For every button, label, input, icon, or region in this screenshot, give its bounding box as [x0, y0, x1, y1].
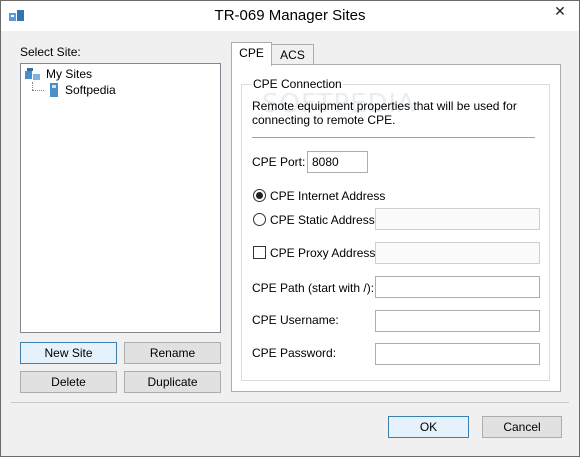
cpe-connection-group [241, 84, 550, 381]
site-tree[interactable]: My Sites Softpedia [20, 63, 221, 333]
cpe-proxy-address-checkbox[interactable] [253, 246, 266, 259]
cpe-proxy-address-label: CPE Proxy Address: [270, 246, 379, 260]
cpe-connection-title: CPE Connection [252, 77, 343, 91]
ok-button[interactable]: OK [388, 416, 469, 438]
delete-button[interactable]: Delete [20, 371, 117, 393]
select-site-label: Select Site: [20, 45, 81, 59]
tree-item-softpedia[interactable]: Softpedia [65, 82, 116, 98]
cpe-description: Remote equipment properties that will be… [252, 99, 517, 127]
rename-button[interactable]: Rename [124, 342, 221, 364]
sites-folder-icon [25, 68, 40, 80]
cpe-internet-address-label: CPE Internet Address [270, 189, 386, 203]
cpe-port-label: CPE Port: [252, 155, 306, 169]
site-icon [50, 83, 58, 97]
close-icon[interactable]: ✕ [544, 2, 576, 22]
tab-acs[interactable]: ACS [271, 44, 314, 66]
dialog-window: TR-069 Manager Sites ✕ Select Site: My S… [0, 0, 580, 457]
title-bar: TR-069 Manager Sites ✕ [1, 1, 579, 31]
cpe-path-input[interactable] [375, 276, 540, 298]
window-title: TR-069 Manager Sites [214, 7, 366, 24]
description-separator [252, 137, 535, 138]
cpe-static-address-radio[interactable] [253, 213, 266, 226]
cpe-path-label: CPE Path (start with /): [252, 281, 375, 295]
cancel-button[interactable]: Cancel [482, 416, 562, 438]
tree-line [32, 82, 33, 90]
cpe-tab-panel: SOFTPEDIA CPE Connection Remote equipmen… [231, 64, 561, 392]
new-site-button[interactable]: New Site [20, 342, 117, 364]
cpe-static-address-label: CPE Static Address: [270, 213, 379, 227]
tree-item-my-sites[interactable]: My Sites [46, 66, 92, 82]
cpe-static-address-input[interactable] [375, 208, 540, 230]
tab-cpe[interactable]: CPE [231, 42, 272, 66]
cpe-port-input[interactable]: 8080 [307, 151, 368, 173]
duplicate-button[interactable]: Duplicate [124, 371, 221, 393]
cpe-password-input[interactable] [375, 343, 540, 365]
cpe-internet-address-radio[interactable] [253, 189, 266, 202]
cpe-password-label: CPE Password: [252, 346, 337, 360]
footer-separator [11, 402, 569, 403]
tree-line [32, 90, 44, 91]
cpe-username-input[interactable] [375, 310, 540, 332]
cpe-username-label: CPE Username: [252, 313, 339, 327]
cpe-proxy-address-input[interactable] [375, 242, 540, 264]
